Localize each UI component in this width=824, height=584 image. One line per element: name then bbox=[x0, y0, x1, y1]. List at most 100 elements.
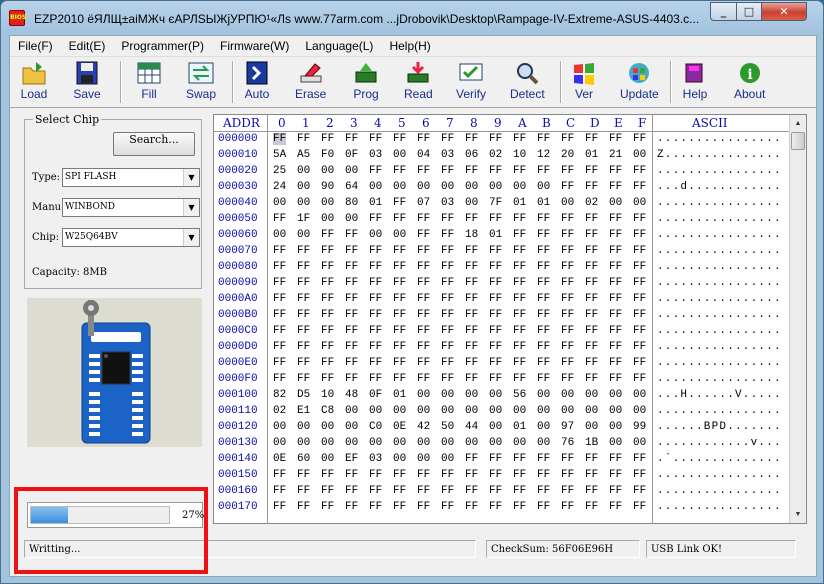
hex-byte[interactable]: FF bbox=[513, 357, 526, 369]
hex-byte[interactable]: FF bbox=[537, 261, 550, 273]
hex-byte[interactable]: FF bbox=[513, 229, 526, 241]
hex-byte[interactable]: FF bbox=[585, 261, 598, 273]
fill-button[interactable]: Fill bbox=[135, 60, 163, 106]
hex-byte[interactable]: FF bbox=[417, 213, 430, 225]
hex-byte[interactable]: 03 bbox=[441, 197, 454, 209]
hex-byte[interactable]: 0F bbox=[345, 149, 358, 161]
hex-byte[interactable]: FF bbox=[369, 501, 382, 513]
hex-byte[interactable]: FF bbox=[417, 341, 430, 353]
hex-byte[interactable]: FF bbox=[465, 309, 478, 321]
hex-byte[interactable]: FF bbox=[633, 373, 646, 385]
hex-row[interactable]: 0000D0 FF FF FF FF FF FF FF FF FF FF FF FF FF FF FF FF..… bbox=[214, 341, 806, 357]
hex-row[interactable]: 000000 FF FF FF FF FF FF FF FF FF FF FF FF FF FF FF FF..… bbox=[214, 133, 806, 149]
hex-byte[interactable]: 90 bbox=[321, 181, 334, 193]
hex-byte[interactable]: FF bbox=[465, 261, 478, 273]
hex-byte[interactable]: 00 bbox=[633, 437, 646, 449]
hex-byte[interactable]: FF bbox=[441, 245, 454, 257]
hex-byte[interactable]: FF bbox=[561, 469, 574, 481]
hex-row[interactable]: 000170 FF FF FF FF FF FF FF FF FF FF FF FF FF FF FF FF..… bbox=[214, 501, 806, 517]
hex-byte[interactable]: FF bbox=[441, 373, 454, 385]
hex-byte[interactable]: 60 bbox=[297, 453, 310, 465]
hex-byte[interactable]: FF bbox=[393, 277, 406, 289]
hex-byte[interactable]: FF bbox=[441, 261, 454, 273]
chip-select[interactable]: W25Q64BV ▼ bbox=[62, 228, 200, 247]
hex-byte[interactable]: FF bbox=[297, 277, 310, 289]
hex-byte[interactable]: FF bbox=[537, 245, 550, 257]
hex-byte[interactable]: FF bbox=[321, 261, 334, 273]
hex-byte[interactable]: FF bbox=[561, 341, 574, 353]
hex-byte[interactable]: FF bbox=[633, 309, 646, 321]
hex-byte[interactable]: FF bbox=[489, 293, 502, 305]
hex-row[interactable]: 0000A0 FF FF FF FF FF FF FF FF FF FF FF FF FF FF FF FF..… bbox=[214, 293, 806, 309]
chevron-down-icon[interactable]: ▼ bbox=[183, 229, 199, 246]
hex-byte[interactable]: FF bbox=[369, 133, 382, 145]
hex-byte[interactable]: 5A bbox=[273, 149, 286, 161]
hex-byte[interactable]: FF bbox=[393, 357, 406, 369]
hex-byte[interactable]: FF bbox=[561, 133, 574, 145]
hex-byte[interactable]: 00 bbox=[561, 197, 574, 209]
hex-byte[interactable]: 97 bbox=[561, 421, 574, 433]
hex-byte[interactable]: FF bbox=[441, 309, 454, 321]
hex-byte[interactable]: 00 bbox=[489, 437, 502, 449]
hex-byte[interactable]: FF bbox=[321, 293, 334, 305]
hex-byte[interactable]: EF bbox=[345, 453, 358, 465]
hex-byte[interactable]: FF bbox=[273, 277, 286, 289]
hex-byte[interactable]: 00 bbox=[345, 405, 358, 417]
hex-byte[interactable]: 20 bbox=[561, 149, 574, 161]
hex-byte[interactable]: 00 bbox=[489, 389, 502, 401]
hex-byte[interactable]: FF bbox=[585, 469, 598, 481]
hex-byte[interactable]: FF bbox=[345, 261, 358, 273]
hex-byte[interactable]: FF bbox=[561, 213, 574, 225]
hex-byte[interactable]: FF bbox=[585, 373, 598, 385]
hex-byte[interactable]: FF bbox=[585, 309, 598, 321]
hex-byte[interactable]: 00 bbox=[273, 229, 286, 241]
hex-byte[interactable]: FF bbox=[369, 245, 382, 257]
type-select[interactable]: SPI FLASH ▼ bbox=[62, 168, 200, 187]
hex-byte[interactable]: FF bbox=[297, 357, 310, 369]
hex-byte[interactable]: 00 bbox=[609, 389, 622, 401]
hex-byte[interactable]: 00 bbox=[537, 421, 550, 433]
hex-byte[interactable]: FF bbox=[585, 293, 598, 305]
hex-byte[interactable]: FF bbox=[369, 165, 382, 177]
hex-byte[interactable]: 18 bbox=[465, 229, 478, 241]
chevron-down-icon[interactable]: ▼ bbox=[183, 199, 199, 216]
hex-byte[interactable]: FF bbox=[273, 325, 286, 337]
hex-byte[interactable]: 00 bbox=[537, 405, 550, 417]
hex-byte[interactable]: 00 bbox=[585, 389, 598, 401]
about-button[interactable]: i About bbox=[734, 60, 765, 106]
hex-byte[interactable]: FF bbox=[345, 501, 358, 513]
hex-byte[interactable]: FF bbox=[441, 229, 454, 241]
hex-row[interactable]: 000080 FF FF FF FF FF FF FF FF FF FF FF FF FF FF FF FF..… bbox=[214, 261, 806, 277]
hex-byte[interactable]: FF bbox=[417, 485, 430, 497]
hex-byte[interactable]: 00 bbox=[465, 197, 478, 209]
hex-byte[interactable]: FF bbox=[321, 357, 334, 369]
hex-byte[interactable]: FF bbox=[465, 453, 478, 465]
hex-byte[interactable]: 00 bbox=[609, 437, 622, 449]
hex-byte[interactable]: FF bbox=[345, 133, 358, 145]
hex-byte[interactable]: FF bbox=[417, 501, 430, 513]
hex-byte[interactable]: FF bbox=[633, 229, 646, 241]
hex-byte[interactable]: FF bbox=[585, 213, 598, 225]
hex-byte[interactable]: 00 bbox=[417, 405, 430, 417]
chevron-down-icon[interactable]: ▼ bbox=[183, 169, 199, 186]
hex-byte[interactable]: 00 bbox=[345, 213, 358, 225]
hex-byte[interactable]: FF bbox=[513, 453, 526, 465]
hex-byte[interactable]: FF bbox=[609, 229, 622, 241]
hex-byte[interactable]: FF bbox=[609, 165, 622, 177]
menu-help[interactable]: Help(H) bbox=[381, 39, 438, 53]
hex-byte[interactable]: FF bbox=[345, 373, 358, 385]
hex-byte[interactable]: 00 bbox=[273, 197, 286, 209]
hex-byte[interactable]: FF bbox=[369, 261, 382, 273]
hex-byte[interactable]: FF bbox=[393, 341, 406, 353]
hex-row[interactable]: 000070 FF FF FF FF FF FF FF FF FF FF FF FF FF FF FF FF..… bbox=[214, 245, 806, 261]
hex-byte[interactable]: 01 bbox=[369, 197, 382, 209]
hex-byte[interactable]: 00 bbox=[345, 437, 358, 449]
hex-byte[interactable]: 00 bbox=[465, 181, 478, 193]
hex-byte[interactable]: FF bbox=[513, 341, 526, 353]
hex-byte[interactable]: 00 bbox=[513, 181, 526, 193]
hex-byte[interactable]: FF bbox=[393, 165, 406, 177]
app-icon[interactable]: BIOS bbox=[9, 10, 26, 26]
hex-byte[interactable]: 00 bbox=[393, 437, 406, 449]
hex-byte[interactable]: FF bbox=[273, 501, 286, 513]
detect-button[interactable]: Detect bbox=[510, 60, 545, 106]
